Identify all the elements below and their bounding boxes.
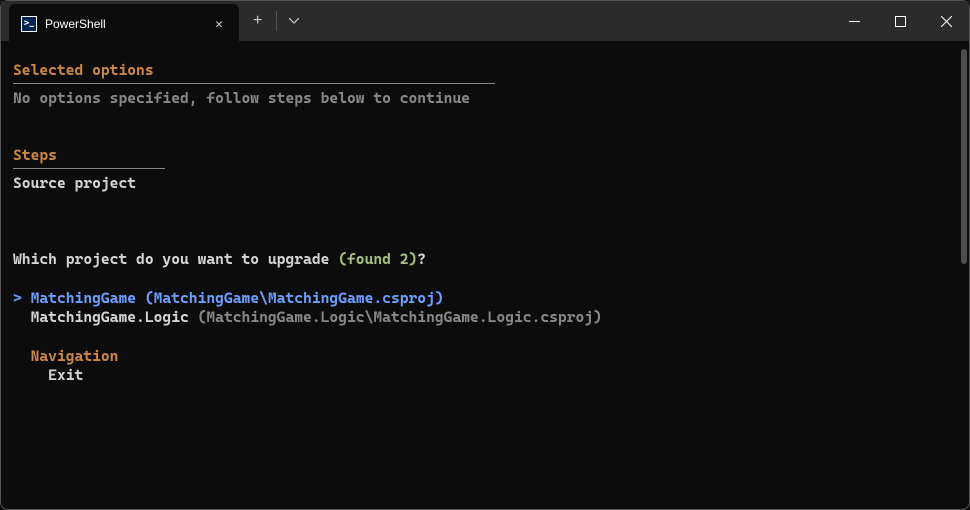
option-name: MatchingGame (31, 289, 145, 307)
close-tab-icon[interactable]: ✕ (209, 15, 229, 34)
option-name: MatchingGame.Logic (31, 308, 198, 326)
steps-header: Steps (13, 146, 957, 168)
minimize-button[interactable] (831, 1, 877, 41)
prompt-question-suffix: ? (417, 250, 426, 268)
prompt-line: Which project do you want to upgrade (fo… (13, 250, 957, 270)
close-window-button[interactable] (923, 1, 969, 41)
steps-body: Source project (13, 174, 957, 194)
prompt-question: Which project do you want to upgrade (13, 250, 338, 268)
tab-title: PowerShell (45, 17, 209, 31)
section-divider (13, 168, 165, 169)
selection-marker-spacer (13, 308, 31, 326)
section-divider (13, 83, 495, 84)
titlebar: >_ PowerShell ✕ + (1, 1, 969, 41)
selection-marker-icon: > (13, 289, 31, 307)
option-selected[interactable]: > MatchingGame (MatchingGame\MatchingGam… (13, 289, 957, 309)
option-path: (MatchingGame.Logic\MatchingGame.Logic.c… (198, 308, 602, 326)
selected-options-body: No options specified, follow steps below… (13, 89, 957, 109)
tab-powershell[interactable]: >_ PowerShell ✕ (9, 4, 239, 44)
option-unselected[interactable]: MatchingGame.Logic (MatchingGame.Logic\M… (13, 308, 957, 328)
navigation-item-label: Exit (48, 366, 83, 384)
maximize-button[interactable] (877, 1, 923, 41)
navigation-item-exit[interactable]: Exit (13, 366, 957, 386)
option-path: (MatchingGame\MatchingGame.csproj) (145, 289, 444, 307)
powershell-icon: >_ (21, 16, 37, 32)
new-tab-button[interactable]: + (239, 12, 276, 30)
terminal-content[interactable]: Selected options No options specified, f… (1, 41, 969, 509)
scrollbar-thumb[interactable] (961, 49, 967, 264)
tab-dropdown-icon[interactable] (277, 16, 311, 27)
window-controls (831, 1, 969, 41)
prompt-found-count: (found 2) (338, 250, 417, 268)
navigation-header: Navigation (31, 347, 119, 365)
selected-options-header: Selected options (13, 61, 957, 83)
